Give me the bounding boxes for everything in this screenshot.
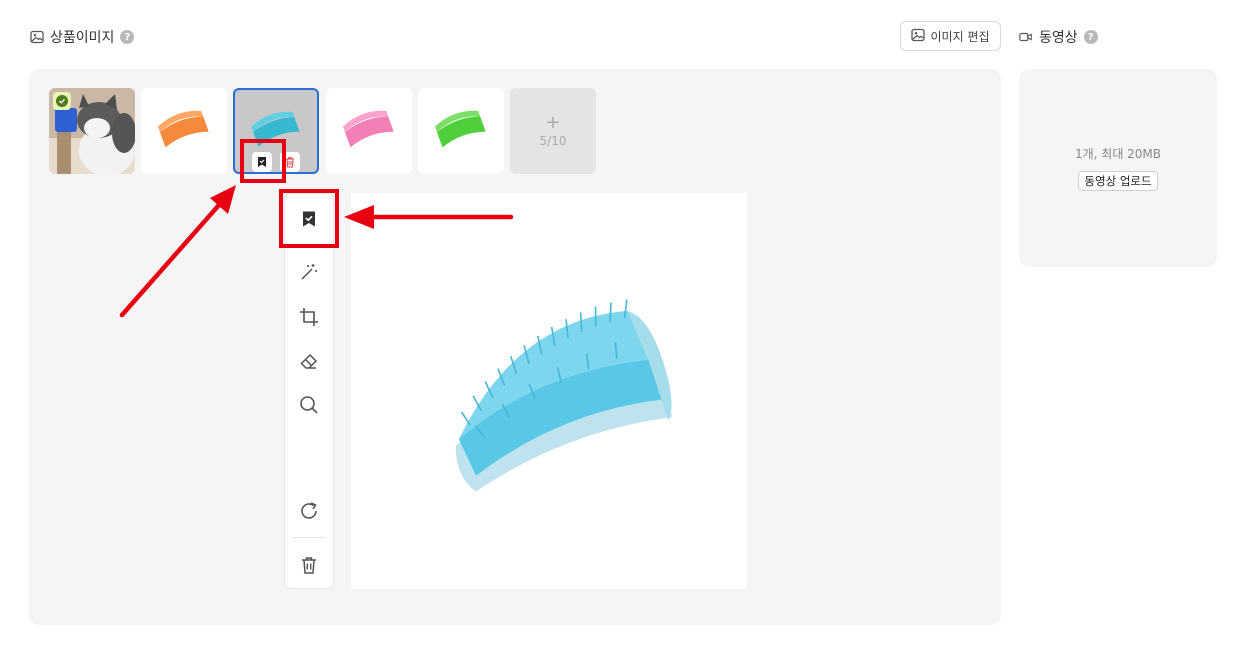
- thumbnail-orange-brush[interactable]: [141, 88, 227, 174]
- orange-brush-image: [157, 110, 209, 148]
- trash-icon: [302, 557, 316, 574]
- thumbnail-green-brush[interactable]: [418, 88, 504, 174]
- rotate-icon: [301, 502, 317, 519]
- video-header: 동영상 ?: [1019, 27, 1098, 47]
- green-brush-image: [434, 110, 486, 148]
- add-image-slot[interactable]: + 5/10: [510, 88, 596, 174]
- representative-badge: [53, 92, 71, 110]
- annotation-highlight-thumbnail-button: [240, 139, 286, 183]
- help-icon[interactable]: ?: [120, 30, 135, 44]
- eraser-tool[interactable]: [285, 346, 333, 376]
- image-toolbar: [284, 193, 334, 589]
- eraser-icon: [300, 353, 318, 369]
- video-limit-info: 1개, 최대 20MB: [1074, 147, 1162, 161]
- crop-icon: [300, 308, 318, 326]
- help-icon[interactable]: ?: [1083, 30, 1098, 44]
- pink-brush-image: [342, 110, 394, 148]
- thumbnail-pink-brush[interactable]: [326, 88, 412, 174]
- image-edit-label: 이미지 편집: [930, 29, 990, 44]
- video-title: 동영상: [1039, 30, 1078, 46]
- image-preview: [351, 193, 747, 589]
- image-count: 5/10: [539, 134, 567, 148]
- auto-enhance-tool[interactable]: [285, 257, 333, 287]
- image-icon: [30, 30, 44, 44]
- zoom-tool[interactable]: [285, 390, 333, 420]
- image-edit-button[interactable]: 이미지 편집: [900, 21, 1001, 51]
- annotation-highlight-toolbar-button: [279, 189, 339, 248]
- blue-brush-preview: [455, 299, 673, 492]
- video-camera-icon: [1019, 30, 1033, 44]
- crop-tool[interactable]: [285, 302, 333, 332]
- toolbar-divider: [292, 537, 326, 538]
- delete-tool[interactable]: [285, 550, 333, 580]
- check-icon: [56, 95, 68, 107]
- magic-wand-icon: [301, 264, 317, 280]
- plus-icon: +: [545, 112, 561, 133]
- product-images-header: 상품이미지 ?: [30, 27, 135, 47]
- rotate-tool[interactable]: [285, 496, 333, 526]
- thumbnail-cat-brush[interactable]: [49, 88, 135, 174]
- video-upload-panel: 1개, 최대 20MB 동영상 업로드: [1019, 69, 1217, 267]
- product-images-title: 상품이미지: [50, 30, 115, 46]
- image-icon: [911, 28, 926, 45]
- video-upload-button[interactable]: 동영상 업로드: [1078, 171, 1158, 191]
- zoom-icon: [300, 396, 318, 414]
